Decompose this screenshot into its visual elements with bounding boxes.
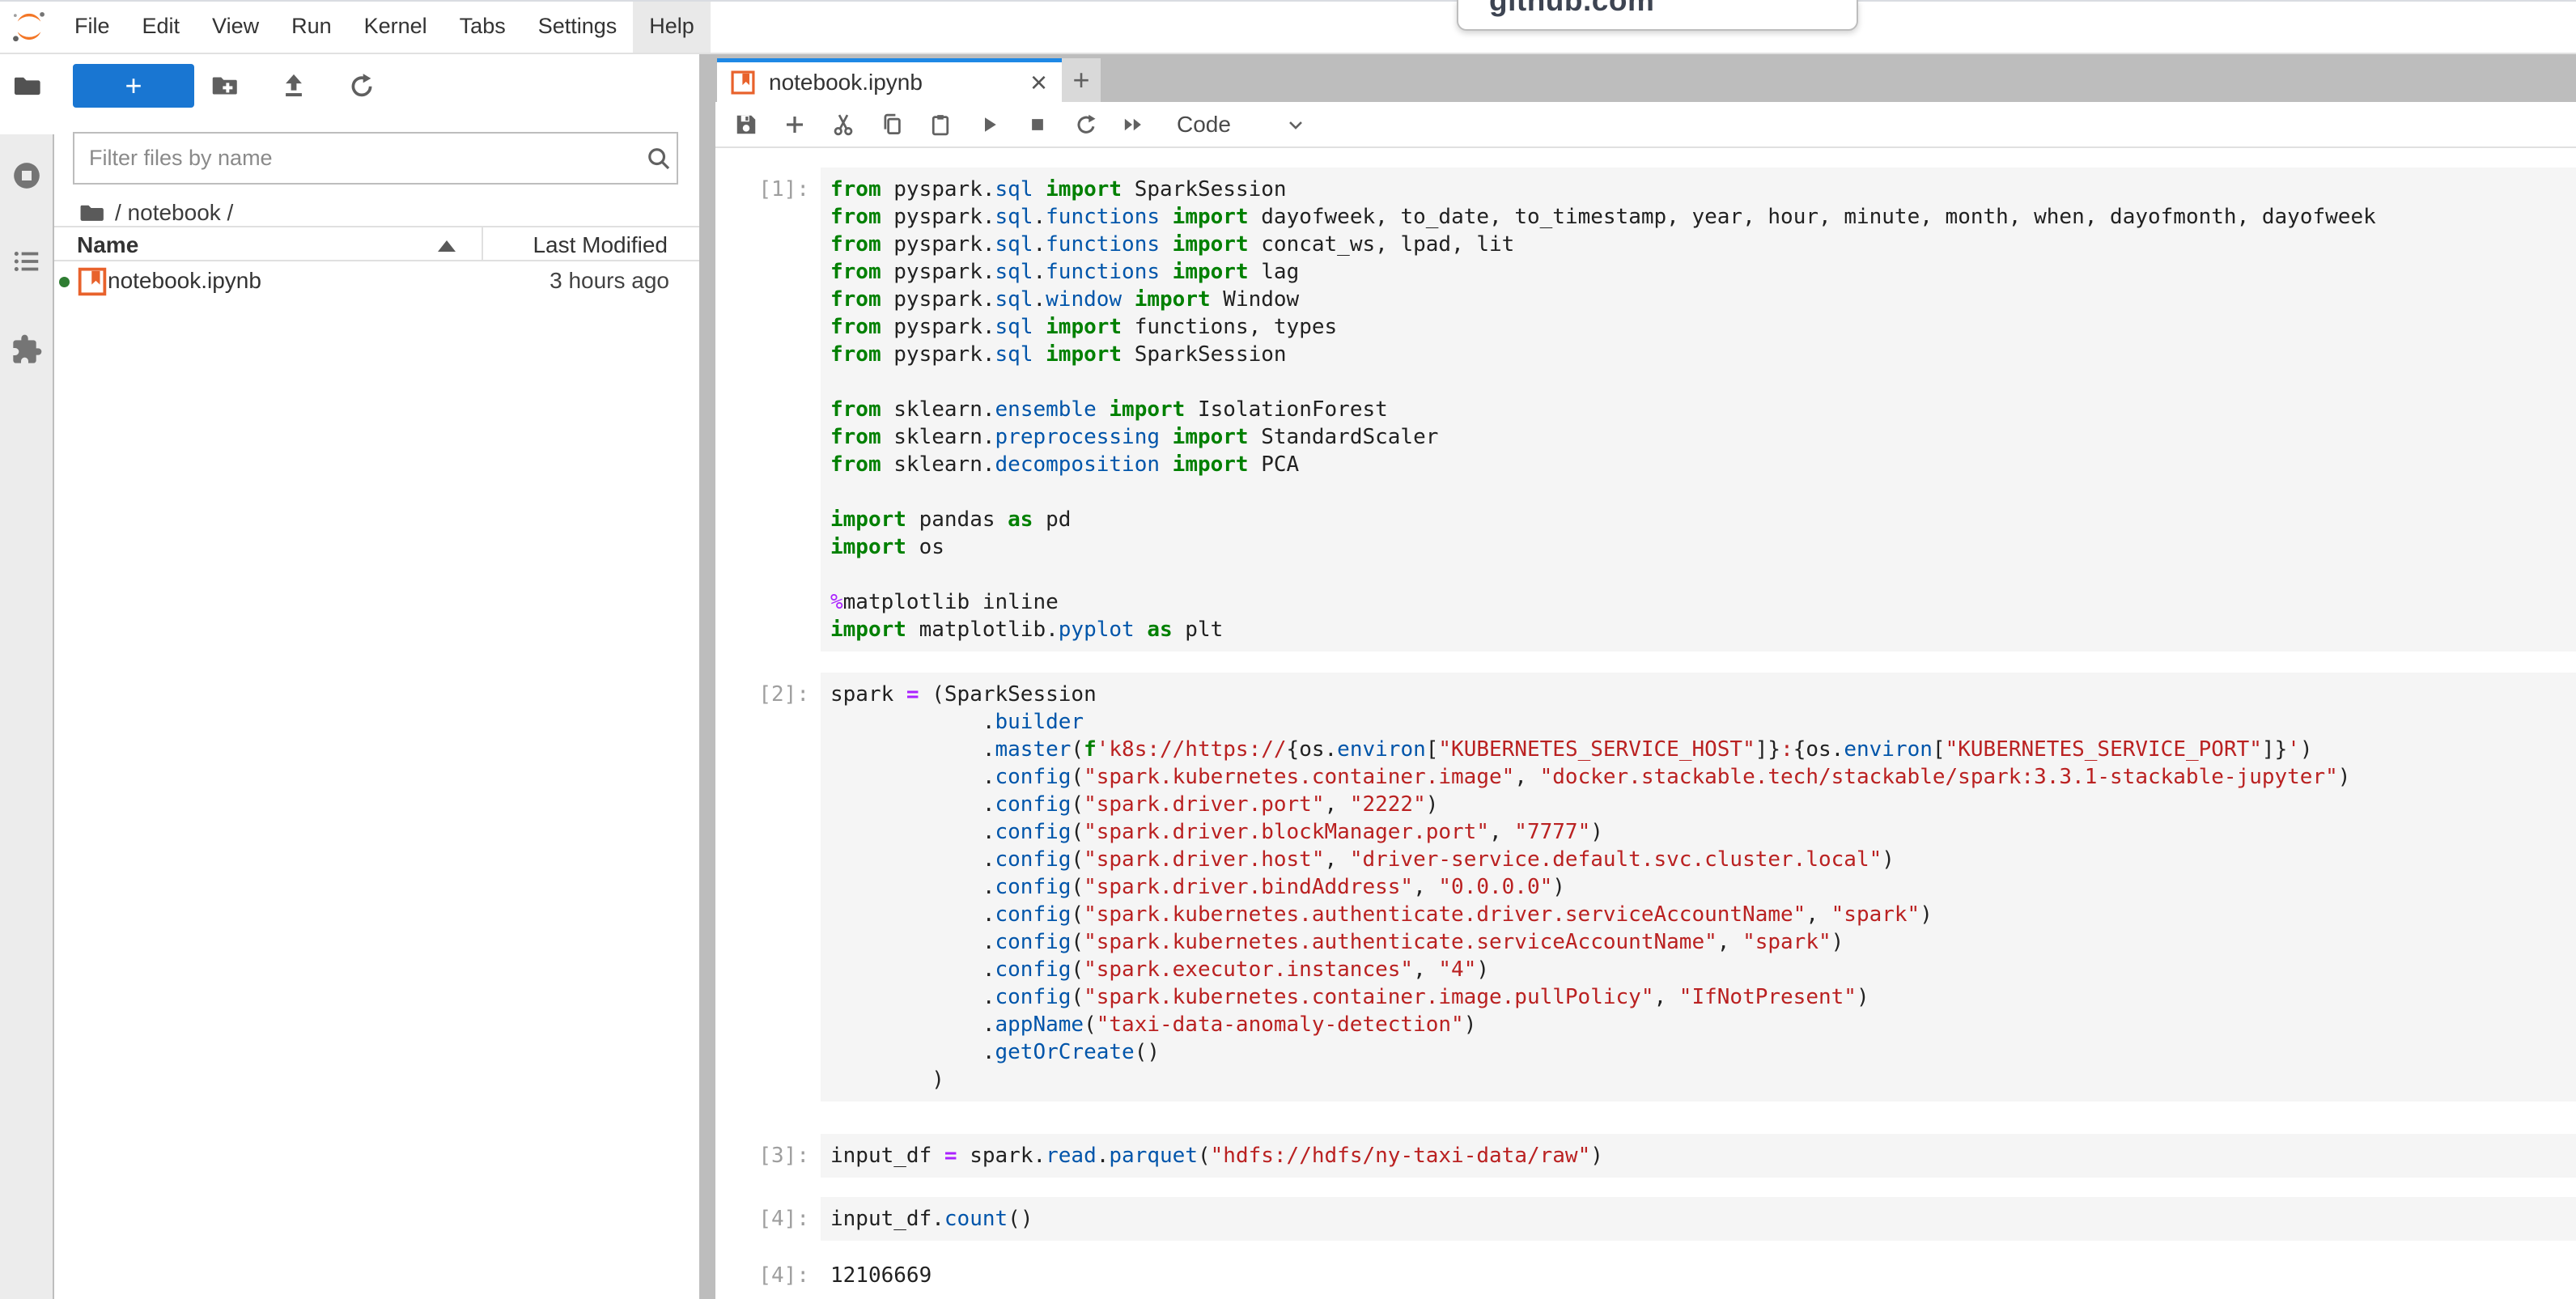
run-all-cells-button[interactable]	[1110, 105, 1159, 144]
output-area: 12106669	[821, 1254, 2576, 1297]
add-cell-button[interactable]	[770, 105, 819, 144]
copy-cells-button[interactable]	[868, 105, 916, 144]
code-cell: [4]:input_df.count()	[715, 1197, 2576, 1241]
code-editor[interactable]: input_df.count()	[821, 1197, 2576, 1241]
upload-button[interactable]	[272, 64, 316, 108]
menu-bar: File Edit View Run Kernel Tabs Settings …	[0, 0, 2576, 54]
file-browser-folder-icon[interactable]	[0, 70, 53, 101]
file-list-header: Name Last Modified	[54, 226, 699, 261]
breadcrumb-path: / notebook /	[115, 200, 233, 226]
main-area: notebook.ipynb × +	[715, 54, 2576, 1299]
file-row-notebook[interactable]: notebook.ipynb 3 hours ago	[54, 263, 699, 300]
notebook-toolbar: Code	[715, 102, 2576, 148]
activity-bar-background	[0, 134, 54, 1299]
code-editor[interactable]: spark = (SparkSession .builder .master(f…	[821, 673, 2576, 1102]
screen-top-edge	[0, 0, 2576, 2]
code-cell: [3]:input_df = spark.read.parquet("hdfs:…	[715, 1134, 2576, 1178]
search-icon	[643, 143, 674, 178]
activity-bar	[0, 54, 54, 1299]
popup-text: github.com	[1489, 0, 1654, 18]
panel-resize-handle[interactable]	[699, 54, 715, 1299]
cell-prompt: [1]:	[715, 168, 821, 203]
plus-icon: +	[1072, 63, 1089, 97]
new-folder-button[interactable]	[202, 64, 246, 108]
menu-settings[interactable]: Settings	[522, 0, 634, 53]
menu-edit[interactable]: Edit	[126, 0, 197, 53]
save-button[interactable]	[722, 105, 770, 144]
new-launcher-button[interactable]: +	[73, 64, 194, 108]
chevron-down-icon[interactable]	[1284, 113, 1307, 136]
menu-help[interactable]: Help	[633, 0, 711, 53]
new-tab-button[interactable]: +	[1062, 58, 1101, 102]
plus-icon: +	[125, 69, 142, 103]
home-folder-icon	[78, 199, 105, 227]
running-kernel-indicator	[59, 277, 70, 287]
table-of-contents-icon[interactable]	[0, 246, 53, 277]
column-divider	[482, 227, 483, 260]
code-cell: [1]:from pyspark.sql import SparkSession…	[715, 168, 2576, 652]
extension-manager-icon[interactable]	[0, 333, 53, 366]
paste-cells-button[interactable]	[916, 105, 965, 144]
code-cell: [2]:spark = (SparkSession .builder .mast…	[715, 673, 2576, 1102]
cell-prompt: [3]:	[715, 1134, 821, 1170]
file-browser-panel: + / notebook / Name La	[54, 54, 699, 1299]
menu-run[interactable]: Run	[275, 0, 348, 53]
menu-tabs[interactable]: Tabs	[443, 0, 522, 53]
tab-bar: notebook.ipynb × +	[715, 54, 2576, 102]
running-kernels-icon[interactable]	[0, 159, 53, 192]
file-name: notebook.ipynb	[108, 268, 261, 294]
code-editor[interactable]: from pyspark.sql import SparkSessionfrom…	[821, 168, 2576, 652]
cell-prompt: [4]:	[715, 1254, 821, 1289]
code-editor[interactable]: input_df = spark.read.parquet("hdfs://hd…	[821, 1134, 2576, 1178]
sort-ascending-icon	[438, 240, 456, 252]
filter-files-input[interactable]	[73, 132, 678, 185]
notebook-tab-icon	[730, 70, 756, 96]
close-icon[interactable]: ×	[1030, 68, 1047, 97]
github-popup: github.com	[1457, 0, 1858, 31]
column-header-name[interactable]: Name	[77, 232, 138, 258]
interrupt-kernel-button[interactable]	[1013, 105, 1062, 144]
file-modified: 3 hours ago	[550, 268, 669, 294]
breadcrumb[interactable]: / notebook /	[78, 196, 233, 230]
output-cell: [4]:12106669	[715, 1254, 2576, 1297]
column-header-last-modified[interactable]: Last Modified	[533, 232, 668, 258]
menu-file[interactable]: File	[58, 0, 126, 53]
cell-prompt: [4]:	[715, 1197, 821, 1233]
tab-title: notebook.ipynb	[769, 70, 1030, 96]
notebook-cells: [1]:from pyspark.sql import SparkSession…	[715, 148, 2576, 1299]
cut-cells-button[interactable]	[819, 105, 868, 144]
cell-type-dropdown[interactable]: Code	[1177, 112, 1231, 138]
jupyterlab-window: File Edit View Run Kernel Tabs Settings …	[0, 0, 2576, 1299]
menu-view[interactable]: View	[196, 0, 275, 53]
jupyter-logo-icon	[0, 0, 58, 53]
menu-kernel[interactable]: Kernel	[348, 0, 443, 53]
notebook-file-icon	[77, 266, 108, 301]
tab-notebook[interactable]: notebook.ipynb ×	[717, 58, 1062, 102]
run-cell-button[interactable]	[965, 105, 1013, 144]
cell-prompt: [2]:	[715, 673, 821, 708]
refresh-button[interactable]	[340, 64, 384, 108]
restart-kernel-button[interactable]	[1062, 105, 1110, 144]
